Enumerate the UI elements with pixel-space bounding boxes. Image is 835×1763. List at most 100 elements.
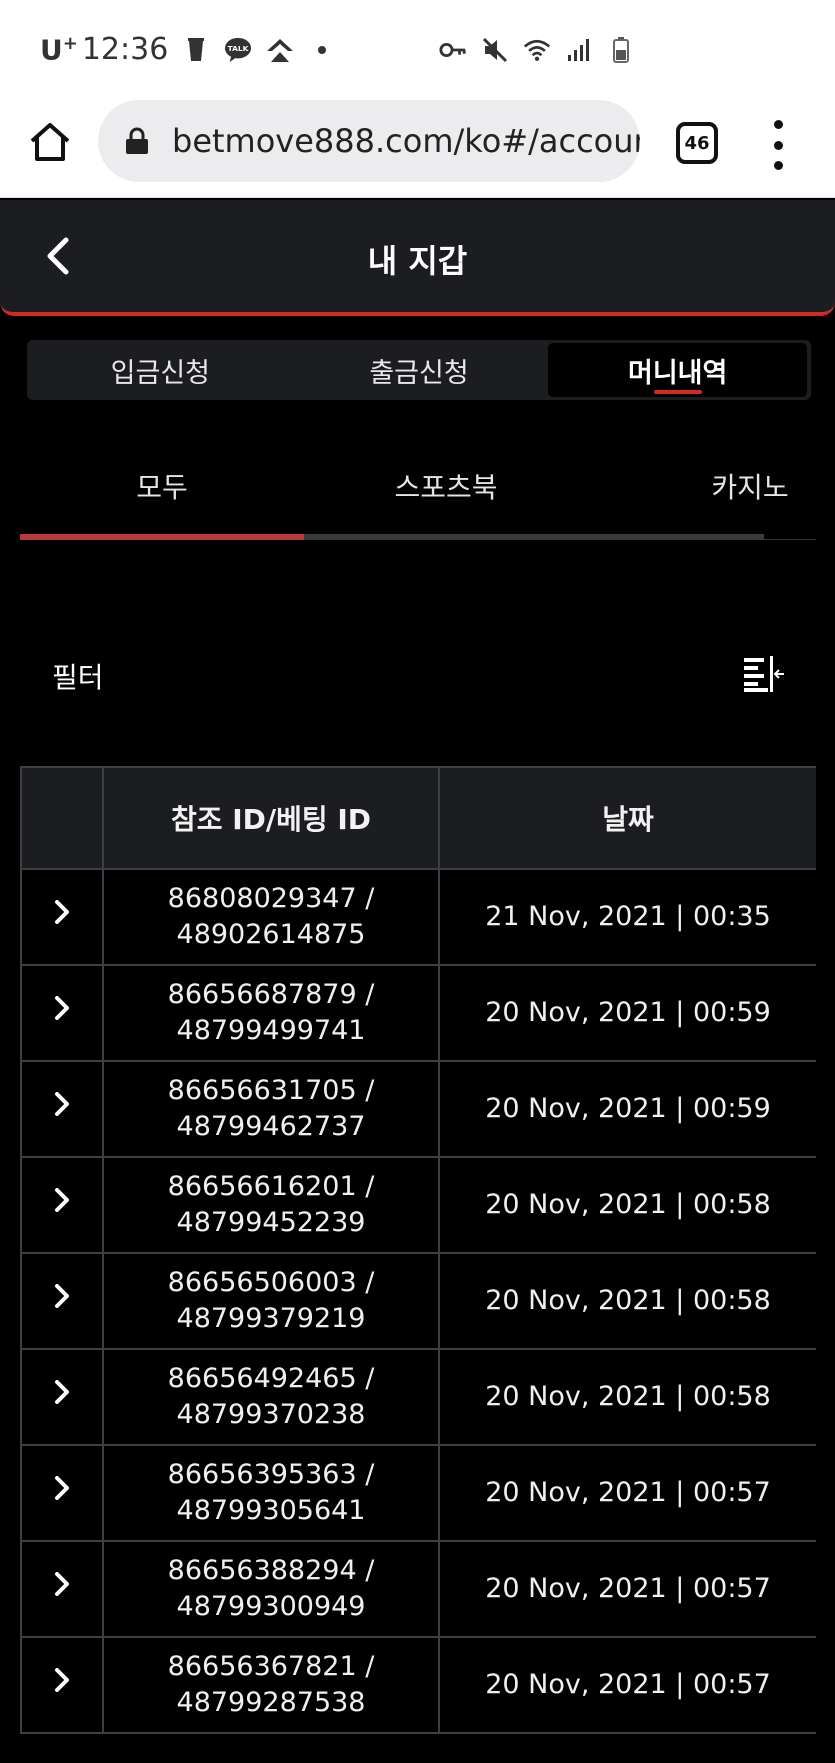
ref-bet-id-cell: 86656367821 / 48799287538 [102, 1636, 440, 1734]
tab-withdraw-request[interactable]: 출금신청 [290, 343, 549, 397]
ref-id: 86656367821 / [167, 1651, 375, 1682]
battery-icon [607, 36, 635, 64]
bet-id: 48799499741 [176, 1015, 366, 1046]
ref-bet-id-cell: 86656492465 / 48799370238 [102, 1348, 440, 1446]
ref-id: 86656388294 / [167, 1555, 375, 1586]
row-expand-cell[interactable] [20, 1540, 104, 1638]
date-cell: 20 Nov, 2021 | 00:57 [438, 1444, 816, 1542]
subtab-divider [764, 539, 816, 540]
row-expand-cell[interactable] [20, 1636, 104, 1734]
bet-id: 48799379219 [176, 1303, 366, 1334]
row-expand-cell[interactable] [20, 868, 104, 966]
row-expand-cell[interactable] [20, 1252, 104, 1350]
kakaotalk-icon: TALK [224, 36, 252, 64]
filter-label: 필터 [52, 661, 104, 694]
ref-id: 86656492465 / [167, 1363, 375, 1394]
date-cell: 20 Nov, 2021 | 00:59 [438, 1060, 816, 1158]
row-expand-cell[interactable] [20, 964, 104, 1062]
ref-bet-id-cell: 86656631705 / 48799462737 [102, 1060, 440, 1158]
table-row[interactable]: 86656506003 / 48799379219 20 Nov, 2021 | 0… [20, 1252, 816, 1350]
col-date-header: 날짜 [438, 766, 816, 870]
mute-icon [481, 36, 509, 64]
table-row[interactable]: 86656367821 / 48799287538 20 Nov, 2021 | 0… [20, 1636, 816, 1734]
tab-switcher-button[interactable]: 46 [676, 122, 718, 164]
url-bar[interactable]: betmove888.com/ko#/accour [98, 100, 640, 182]
home-icon[interactable] [28, 120, 72, 164]
more-vert-icon[interactable] [770, 120, 786, 170]
ref-bet-id-cell: 86656506003 / 48799379219 [102, 1252, 440, 1350]
date-cell: 20 Nov, 2021 | 00:59 [438, 964, 816, 1062]
row-expand-cell[interactable] [20, 1444, 104, 1542]
bet-id: 48799452239 [176, 1207, 366, 1238]
ref-id: 86656506003 / [167, 1267, 375, 1298]
table-row[interactable]: 86656395363 / 48799305641 20 Nov, 2021 | 0… [20, 1444, 816, 1542]
tab-deposit-request[interactable]: 입금신청 [31, 343, 290, 397]
date-cell: 20 Nov, 2021 | 00:57 [438, 1636, 816, 1734]
wifi-icon [523, 36, 551, 64]
bet-id: 48799370238 [176, 1399, 366, 1430]
chevron-right-icon[interactable] [52, 1378, 72, 1406]
chevron-right-icon[interactable] [52, 1474, 72, 1502]
ref-id: 86656687879 / [167, 979, 375, 1010]
col-expand-header [20, 766, 104, 870]
date-cell: 20 Nov, 2021 | 00:57 [438, 1540, 816, 1638]
app-notification-icon [266, 36, 294, 64]
chevron-right-icon[interactable] [52, 1090, 72, 1118]
chevron-right-icon[interactable] [52, 1666, 72, 1694]
carrier-label: U+ [40, 32, 78, 67]
ref-id: 86656631705 / [167, 1075, 375, 1106]
clock: 12:36 [81, 32, 169, 67]
chevron-right-icon[interactable] [52, 994, 72, 1022]
status-bar: U+ 12:36 TALK [0, 0, 835, 98]
ref-id: 86808029347 / [167, 883, 375, 914]
subtab-sportsbook[interactable]: 스포츠북 [304, 466, 588, 506]
subtab-all[interactable]: 모두 [20, 466, 304, 506]
chevron-right-icon[interactable] [52, 1186, 72, 1214]
signal-icon [565, 36, 593, 64]
browser-bar: betmove888.com/ko#/accour 46 [0, 98, 835, 198]
key-icon [439, 36, 467, 64]
table-row[interactable]: 86656631705 / 48799462737 20 Nov, 2021 | 0… [20, 1060, 816, 1158]
page-title: 내 지갑 [367, 242, 468, 280]
table-row[interactable]: 86656687879 / 48799499741 20 Nov, 2021 | 0… [20, 964, 816, 1062]
bet-id: 48902614875 [176, 919, 366, 950]
bet-id: 48799462737 [176, 1111, 366, 1142]
trash-icon [182, 36, 210, 64]
app-header: 내 지갑 [0, 200, 835, 316]
bet-id: 48799287538 [176, 1687, 366, 1718]
history-subtabs: 모두 스포츠북 카지노 [20, 448, 816, 540]
subtab-casino[interactable]: 카지노 [630, 466, 835, 506]
row-expand-cell[interactable] [20, 1348, 104, 1446]
table-row[interactable]: 86656388294 / 48799300949 20 Nov, 2021 | 0… [20, 1540, 816, 1638]
more-notifications-dot-icon [308, 36, 336, 64]
chevron-right-icon[interactable] [52, 1570, 72, 1598]
col-ref-id-header: 참조 ID/베팅 ID [102, 766, 440, 870]
date-cell: 21 Nov, 2021 | 00:35 [438, 868, 816, 966]
talk-text: TALK [228, 43, 249, 52]
history-table: 참조 ID/베팅 ID 날짜 86808029347 / 48902614875 2… [20, 766, 816, 1734]
bet-id: 48799305641 [176, 1495, 366, 1526]
row-expand-cell[interactable] [20, 1156, 104, 1254]
row-expand-cell[interactable] [20, 1060, 104, 1158]
status-left: U+ 12:36 TALK [40, 32, 336, 67]
lock-icon [124, 127, 150, 155]
chevron-right-icon[interactable] [52, 898, 72, 926]
ref-bet-id-cell: 86808029347 / 48902614875 [102, 868, 440, 966]
history-table-container: 참조 ID/베팅 ID 날짜 86808029347 / 48902614875 2… [20, 766, 816, 1763]
ref-bet-id-cell: 86656616201 / 48799452239 [102, 1156, 440, 1254]
wallet-tabs: 입금신청 출금신청 머니내역 [27, 340, 811, 400]
filter-collapse-icon[interactable] [742, 654, 786, 694]
ref-id: 86656395363 / [167, 1459, 375, 1490]
subtab-active-indicator [20, 534, 304, 540]
tab-money-history[interactable]: 머니내역 [548, 343, 808, 397]
table-row[interactable]: 86656492465 / 48799370238 20 Nov, 2021 | 0… [20, 1348, 816, 1446]
status-right [439, 36, 635, 64]
table-row[interactable]: 86656616201 / 48799452239 20 Nov, 2021 | 0… [20, 1156, 816, 1254]
bet-id: 48799300949 [176, 1591, 366, 1622]
chevron-right-icon[interactable] [52, 1282, 72, 1310]
ref-bet-id-cell: 86656388294 / 48799300949 [102, 1540, 440, 1638]
ref-id: 86656616201 / [167, 1171, 375, 1202]
url-text: betmove888.com/ko#/accour [172, 122, 640, 160]
ref-bet-id-cell: 86656395363 / 48799305641 [102, 1444, 440, 1542]
table-row[interactable]: 86808029347 / 48902614875 21 Nov, 2021 | 0… [20, 868, 816, 966]
